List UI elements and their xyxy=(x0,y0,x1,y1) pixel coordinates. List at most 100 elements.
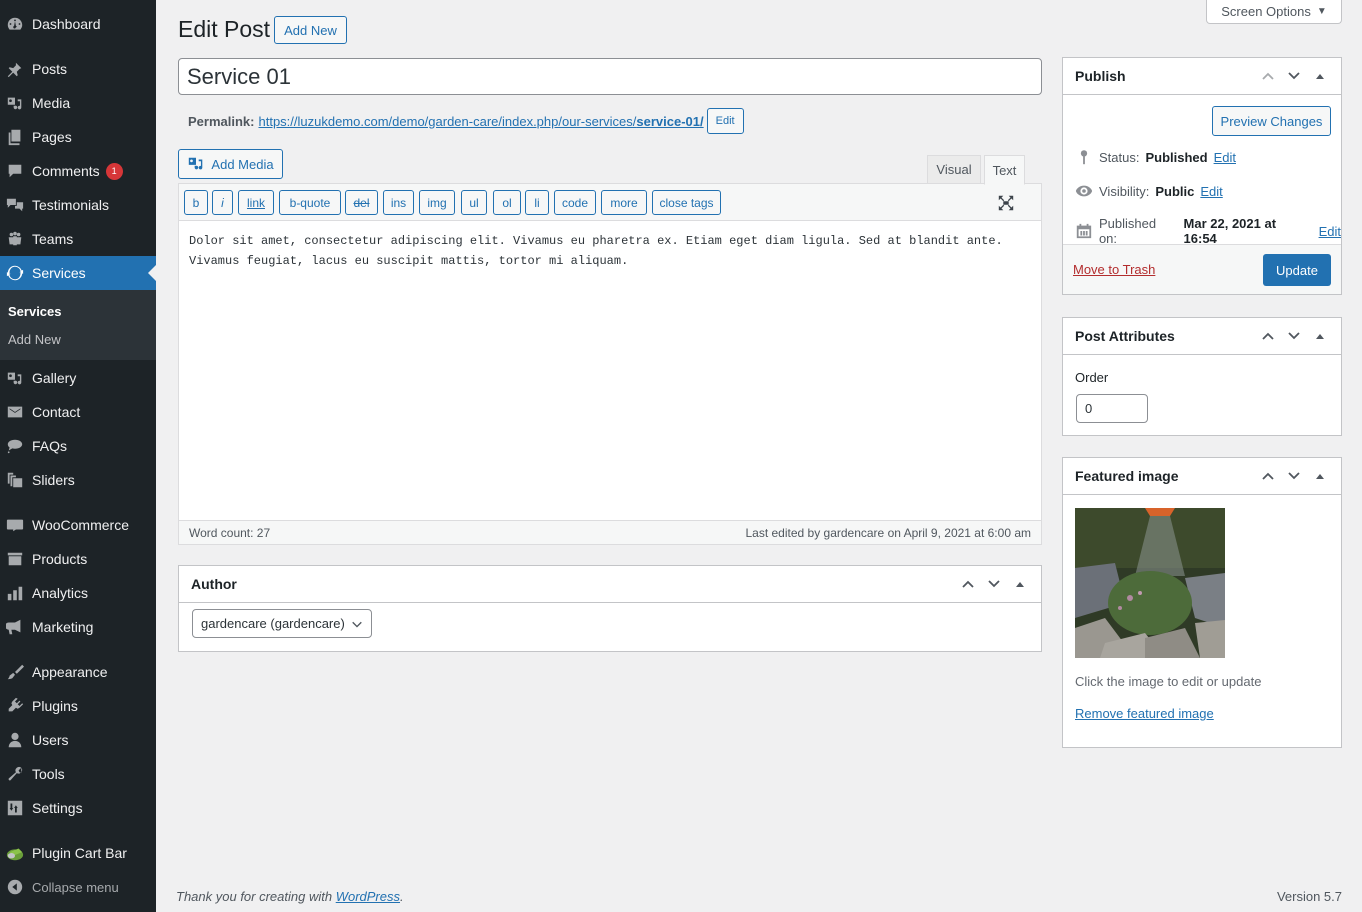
collapse-menu-button[interactable]: Collapse menu xyxy=(0,870,156,904)
author-select-value: gardencare (gardencare) xyxy=(201,616,345,631)
update-icon xyxy=(5,263,25,283)
publish-metabox: Publish Preview Changes Status: Publishe… xyxy=(1062,57,1342,295)
move-up-icon[interactable] xyxy=(1259,327,1277,345)
move-up-icon[interactable] xyxy=(959,575,977,593)
move-up-icon[interactable] xyxy=(1259,67,1277,85)
post-attributes-metabox: Post Attributes Order xyxy=(1062,317,1342,436)
calendar-icon xyxy=(1076,223,1092,239)
order-input[interactable] xyxy=(1076,394,1148,423)
screen-options-button[interactable]: Screen Options ▼ xyxy=(1206,0,1342,24)
permalink-label: Permalink: xyxy=(188,113,255,129)
slides-icon xyxy=(5,470,25,490)
add-new-button[interactable]: Add New xyxy=(274,16,347,44)
permalink-link[interactable]: https://luzukdemo.com/demo/garden-care/i… xyxy=(258,114,703,129)
move-up-icon[interactable] xyxy=(1259,467,1277,485)
menu-services[interactable]: Services xyxy=(0,256,156,290)
menu-sliders[interactable]: Sliders xyxy=(0,463,156,497)
menu-tools[interactable]: Tools xyxy=(0,757,156,791)
visibility-value: Public xyxy=(1155,183,1195,199)
menu-woocommerce[interactable]: WooCommerce xyxy=(0,508,156,542)
preview-changes-button[interactable]: Preview Changes xyxy=(1212,106,1331,136)
qt-ol-button[interactable]: ol xyxy=(493,190,521,215)
submenu-services[interactable]: Services xyxy=(8,304,62,319)
add-media-button[interactable]: Add Media xyxy=(178,149,283,179)
published-edit-link[interactable]: Edit xyxy=(1319,224,1341,239)
qt-bquote-button[interactable]: b-quote xyxy=(279,190,341,215)
menu-label: Gallery xyxy=(32,370,77,386)
menu-label: Settings xyxy=(32,800,83,816)
chevron-down-icon xyxy=(352,621,362,628)
menu-faqs[interactable]: FAQs xyxy=(0,429,156,463)
pin-icon xyxy=(1080,150,1088,165)
menu-users[interactable]: Users xyxy=(0,723,156,757)
menu-appearance[interactable]: Appearance xyxy=(0,655,156,689)
menu-analytics[interactable]: Analytics xyxy=(0,576,156,610)
published-value: Mar 22, 2021 at 16:54 xyxy=(1183,216,1277,246)
qt-more-button[interactable]: more xyxy=(601,190,647,215)
permalink-edit-button[interactable]: Edit xyxy=(706,108,744,134)
menu-gallery[interactable]: Gallery xyxy=(0,361,156,395)
pages-icon xyxy=(5,127,25,147)
qt-li-button[interactable]: li xyxy=(525,190,549,215)
move-down-icon[interactable] xyxy=(1285,67,1303,85)
collapse-icon xyxy=(5,877,25,897)
qt-bold-button[interactable]: b xyxy=(184,190,208,215)
order-label: Order xyxy=(1075,370,1109,385)
toggle-panel-icon[interactable] xyxy=(1311,467,1329,485)
menu-plugins[interactable]: Plugins xyxy=(0,689,156,723)
tab-visual[interactable]: Visual xyxy=(927,155,981,184)
footer-thanks: Thank you for creating with WordPress. xyxy=(176,889,404,904)
menu-posts[interactable]: Posts xyxy=(0,52,156,86)
format-chat-icon xyxy=(5,436,25,456)
move-down-icon[interactable] xyxy=(1285,327,1303,345)
menu-label: Testimonials xyxy=(32,197,110,213)
qt-ins-button[interactable]: ins xyxy=(383,190,414,215)
toggle-panel-icon[interactable] xyxy=(1011,575,1029,593)
dashboard-icon xyxy=(5,14,25,34)
status-edit-link[interactable]: Edit xyxy=(1214,150,1236,165)
qt-ul-button[interactable]: ul xyxy=(461,190,487,215)
menu-label: Products xyxy=(32,551,88,567)
fullscreen-icon[interactable] xyxy=(997,194,1015,212)
qt-del-button[interactable]: del xyxy=(345,190,378,215)
plugin-icon xyxy=(5,696,25,716)
update-button[interactable]: Update xyxy=(1263,254,1331,286)
qt-italic-button[interactable]: i xyxy=(212,190,233,215)
menu-pages[interactable]: Pages xyxy=(0,120,156,154)
published-on-row: Published on: Mar 22, 2021 at 16:54 Edit xyxy=(1075,216,1341,246)
visibility-edit-link[interactable]: Edit xyxy=(1200,184,1222,199)
featured-image-metabox: Featured image Click the image to edit o… xyxy=(1062,457,1342,748)
menu-contact[interactable]: Contact xyxy=(0,395,156,429)
editor-content[interactable]: Dolor sit amet, consectetur adipiscing e… xyxy=(189,232,1029,271)
wrench-icon xyxy=(5,764,25,784)
qt-close-tags-button[interactable]: close tags xyxy=(652,190,721,215)
qt-img-button[interactable]: img xyxy=(419,190,455,215)
move-to-trash-link[interactable]: Move to Trash xyxy=(1073,262,1155,277)
submenu-add-new[interactable]: Add New xyxy=(8,332,61,347)
admin-sidebar: Dashboard Posts Media Pages Comments 1 T… xyxy=(0,0,156,912)
author-select[interactable]: gardencare (gardencare) xyxy=(192,609,372,638)
post-title-input[interactable] xyxy=(178,58,1042,95)
remove-featured-image-link[interactable]: Remove featured image xyxy=(1075,706,1214,721)
menu-teams[interactable]: Teams xyxy=(0,222,156,256)
menu-label: Pages xyxy=(32,129,72,145)
menu-plugin-cart-bar[interactable]: Plugin Cart Bar xyxy=(0,836,156,870)
move-down-icon[interactable] xyxy=(1285,467,1303,485)
menu-products[interactable]: Products xyxy=(0,542,156,576)
menu-dashboard[interactable]: Dashboard xyxy=(0,7,156,41)
qt-code-button[interactable]: code xyxy=(554,190,596,215)
menu-testimonials[interactable]: Testimonials xyxy=(0,188,156,222)
footer-version: Version 5.7 xyxy=(1276,889,1342,904)
featured-image-thumbnail[interactable] xyxy=(1075,508,1225,658)
menu-media[interactable]: Media xyxy=(0,86,156,120)
qt-link-button[interactable]: link xyxy=(238,190,274,215)
menu-settings[interactable]: Settings xyxy=(0,791,156,825)
toggle-panel-icon[interactable] xyxy=(1311,67,1329,85)
toggle-panel-icon[interactable] xyxy=(1311,327,1329,345)
wordpress-link[interactable]: WordPress xyxy=(336,889,400,904)
user-icon xyxy=(5,730,25,750)
menu-comments[interactable]: Comments 1 xyxy=(0,154,156,188)
move-down-icon[interactable] xyxy=(985,575,1003,593)
tab-text[interactable]: Text xyxy=(984,155,1025,185)
menu-marketing[interactable]: Marketing xyxy=(0,610,156,644)
